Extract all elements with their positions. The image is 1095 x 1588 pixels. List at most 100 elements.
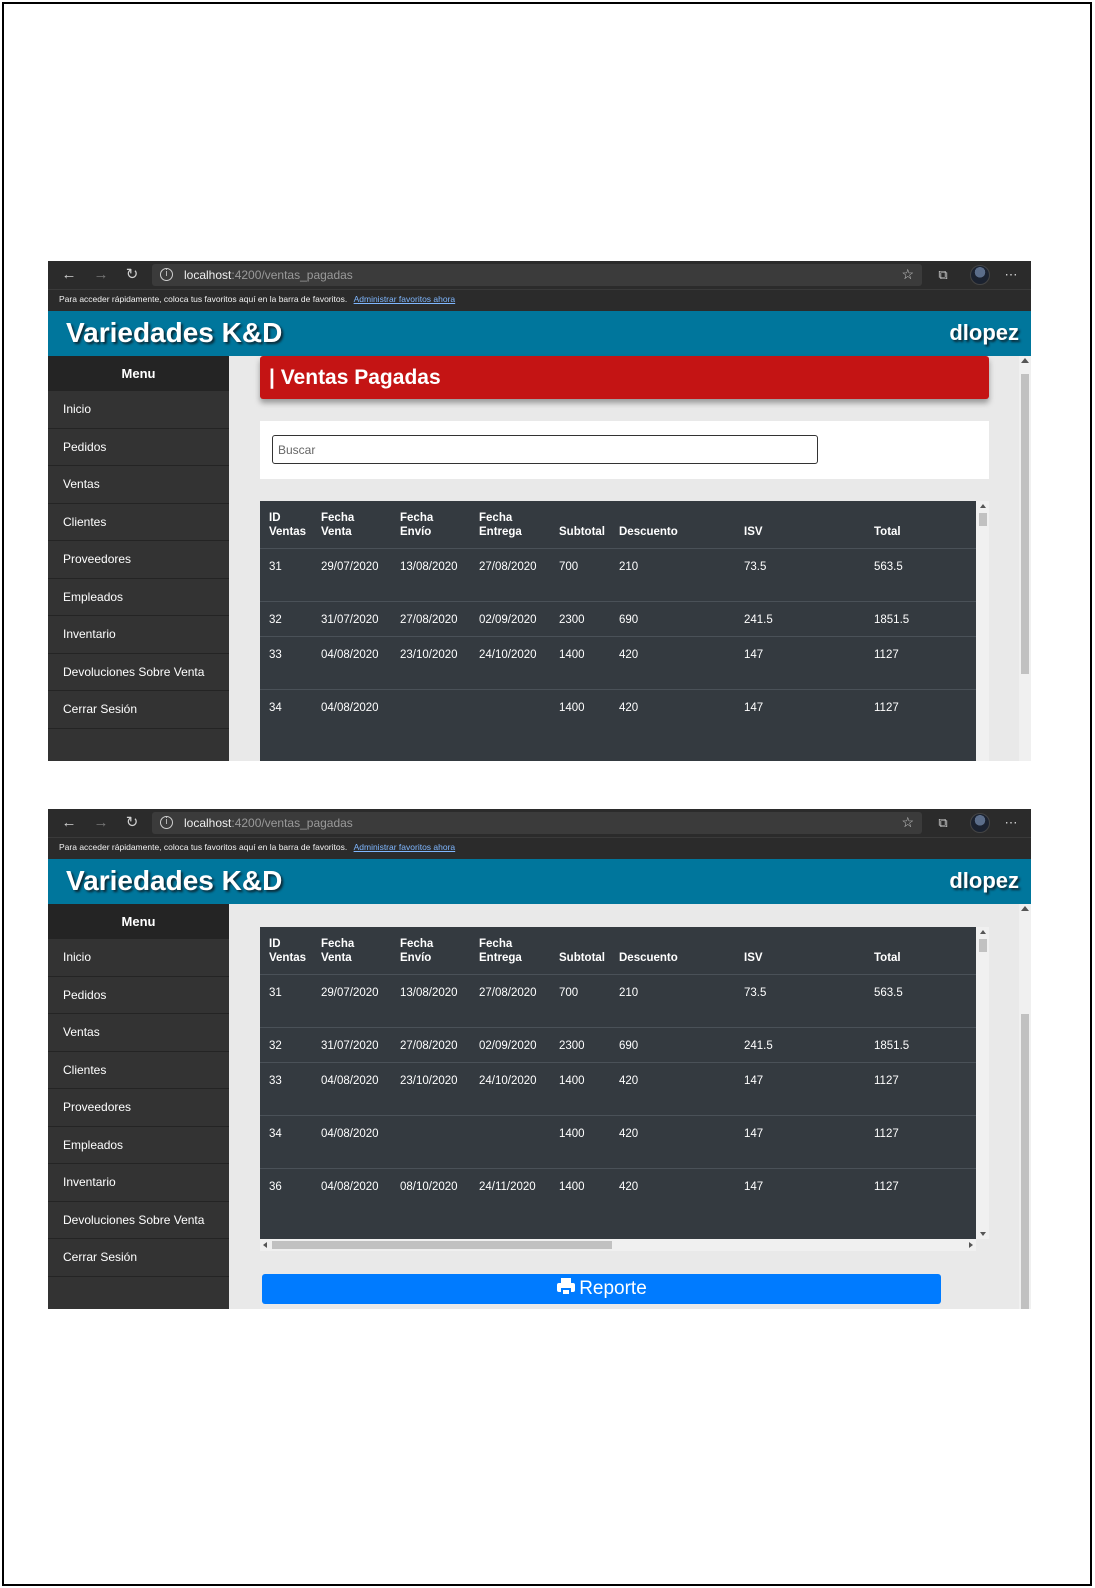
table-cell: 34: [260, 689, 312, 743]
collections-icon[interactable]: ⧉: [934, 814, 952, 832]
search-input[interactable]: [272, 435, 818, 464]
sidebar-item-proveedores[interactable]: Proveedores: [48, 1089, 229, 1127]
table-header-row: ID Ventas Fecha Venta Fecha Envío Fecha Entrega…: [260, 927, 976, 975]
column-header: Fecha Entrega: [470, 501, 550, 549]
url-text[interactable]: localhost:4200/ventas_pagadas: [184, 268, 353, 282]
table-cell: 1127: [865, 1168, 976, 1222]
sidebar-item-pedidos[interactable]: Pedidos: [48, 977, 229, 1014]
table-cell: [391, 689, 470, 743]
sidebar-item-proveedores[interactable]: Proveedores: [48, 541, 229, 579]
app-title: Variedades K&D: [66, 865, 283, 896]
sidebar-item-empleados[interactable]: Empleados: [48, 1127, 229, 1164]
table-vertical-scrollbar[interactable]: [976, 927, 989, 1239]
table-cell: 36: [260, 1168, 312, 1222]
sidebar: Menu Inicio Pedidos Ventas Clientes Prov…: [48, 904, 229, 1309]
sidebar-item-inventario[interactable]: Inventario: [48, 616, 229, 654]
table-cell: [470, 689, 550, 743]
star-icon[interactable]: ☆: [901, 266, 914, 283]
page-border: [2, 2, 1092, 1586]
table-cell: 27/08/2020: [391, 601, 470, 637]
profile-avatar[interactable]: [970, 813, 990, 833]
column-header: Fecha Venta: [312, 927, 391, 975]
table-vertical-scrollbar[interactable]: [976, 501, 989, 761]
more-icon[interactable]: ⋯: [1002, 266, 1020, 284]
table-cell: 1127: [865, 636, 976, 690]
table-cell: 420: [610, 1168, 735, 1222]
column-header: Fecha Entrega: [470, 927, 550, 975]
user-name[interactable]: dlopez: [949, 320, 1019, 346]
table-cell: 08/10/2020: [391, 1168, 470, 1222]
sidebar-item-empleados[interactable]: Empleados: [48, 579, 229, 616]
collections-icon[interactable]: ⧉: [934, 266, 952, 284]
sidebar-item-inventario[interactable]: Inventario: [48, 1164, 229, 1202]
sidebar-item-ventas[interactable]: Ventas: [48, 466, 229, 504]
table-cell: 24/10/2020: [470, 1062, 550, 1116]
table-cell: 33: [260, 1062, 312, 1116]
table-row: 31 29/07/2020 13/08/2020 27/08/2020 700 210 73…: [260, 974, 976, 1028]
address-bar[interactable]: i localhost:4200/ventas_pagadas ☆: [152, 264, 922, 286]
info-icon[interactable]: i: [160, 268, 173, 281]
table-cell: 1400: [550, 689, 610, 743]
table-cell: 13/08/2020: [391, 974, 470, 1028]
table-cell: 1127: [865, 689, 976, 743]
screenshot-bottom: ← → ↻ i localhost:4200/ventas_pagadas ☆ …: [48, 809, 1031, 1309]
table-cell: 29/07/2020: [312, 974, 391, 1028]
refresh-icon[interactable]: ↻: [123, 266, 141, 284]
table-cell: 1127: [865, 1062, 976, 1116]
sidebar-item-pedidos[interactable]: Pedidos: [48, 429, 229, 466]
table-cell: 04/08/2020: [312, 1168, 391, 1222]
back-arrow-icon[interactable]: ←: [60, 266, 78, 284]
table-cell: [470, 1115, 550, 1169]
sidebar-item-cerrar-sesion[interactable]: Cerrar Sesión: [48, 1239, 229, 1277]
forward-arrow-icon[interactable]: →: [92, 814, 110, 832]
info-icon[interactable]: i: [160, 816, 173, 829]
address-bar[interactable]: i localhost:4200/ventas_pagadas ☆: [152, 812, 922, 834]
sales-table: ID Ventas Fecha Venta Fecha Envío Fecha Entrega…: [260, 927, 976, 1222]
manage-favorites-link[interactable]: Administrar favoritos ahora: [354, 294, 456, 304]
table-cell: 1851.5: [865, 1027, 976, 1063]
column-header: Descuento: [610, 927, 735, 975]
page-scrollbar[interactable]: [1019, 356, 1031, 761]
table-cell: 690: [610, 601, 735, 637]
table-cell: 04/08/2020: [312, 636, 391, 690]
back-arrow-icon[interactable]: ←: [60, 814, 78, 832]
table-cell: 700: [550, 974, 610, 1028]
table-cell: 563.5: [865, 548, 976, 602]
table-row: 36 04/08/2020 08/10/2020 24/11/2020 1400 420 1…: [260, 1168, 976, 1222]
column-header: Fecha Envío: [391, 501, 470, 549]
table-cell: 690: [610, 1027, 735, 1063]
sidebar-item-devoluciones[interactable]: Devoluciones Sobre Venta: [48, 654, 229, 691]
table-cell: 147: [735, 1062, 865, 1116]
star-icon[interactable]: ☆: [901, 814, 914, 831]
table-horizontal-scrollbar[interactable]: [260, 1239, 976, 1251]
profile-avatar[interactable]: [970, 265, 990, 285]
favorites-hint: Para acceder rápidamente, coloca tus fav…: [59, 842, 348, 852]
table-cell: 241.5: [735, 601, 865, 637]
sidebar-item-inicio[interactable]: Inicio: [48, 939, 229, 977]
main-content: | Ventas Pagadas IDVentasFechaVentaFecha…: [229, 356, 1031, 761]
sidebar-item-cerrar-sesion[interactable]: Cerrar Sesión: [48, 691, 229, 729]
sidebar-item-ventas[interactable]: Ventas: [48, 1014, 229, 1052]
table-cell: 33: [260, 636, 312, 690]
report-button[interactable]: Reporte: [262, 1274, 941, 1304]
column-header: Subtotal: [550, 927, 610, 975]
forward-arrow-icon[interactable]: →: [92, 266, 110, 284]
sidebar-item-clientes[interactable]: Clientes: [48, 1052, 229, 1089]
table-row: 33 04/08/2020 23/10/2020 24/10/2020 1400 420 1…: [260, 1062, 976, 1116]
user-name[interactable]: dlopez: [949, 868, 1019, 894]
url-text[interactable]: localhost:4200/ventas_pagadas: [184, 816, 353, 830]
more-icon[interactable]: ⋯: [1002, 814, 1020, 832]
table-cell: 563.5: [865, 974, 976, 1028]
refresh-icon[interactable]: ↻: [123, 814, 141, 832]
page-scrollbar[interactable]: [1019, 904, 1031, 1309]
sidebar: Menu Inicio Pedidos Ventas Clientes Prov…: [48, 356, 229, 761]
manage-favorites-link[interactable]: Administrar favoritos ahora: [354, 842, 456, 852]
sidebar-item-inicio[interactable]: Inicio: [48, 391, 229, 429]
table-cell: 210: [610, 974, 735, 1028]
sidebar-item-clientes[interactable]: Clientes: [48, 504, 229, 541]
table-cell: 13/08/2020: [391, 548, 470, 602]
sidebar-item-devoluciones[interactable]: Devoluciones Sobre Venta: [48, 1202, 229, 1239]
table-cell: 27/08/2020: [470, 548, 550, 602]
table-cell: 27/08/2020: [470, 974, 550, 1028]
table-cell: 32: [260, 601, 312, 637]
